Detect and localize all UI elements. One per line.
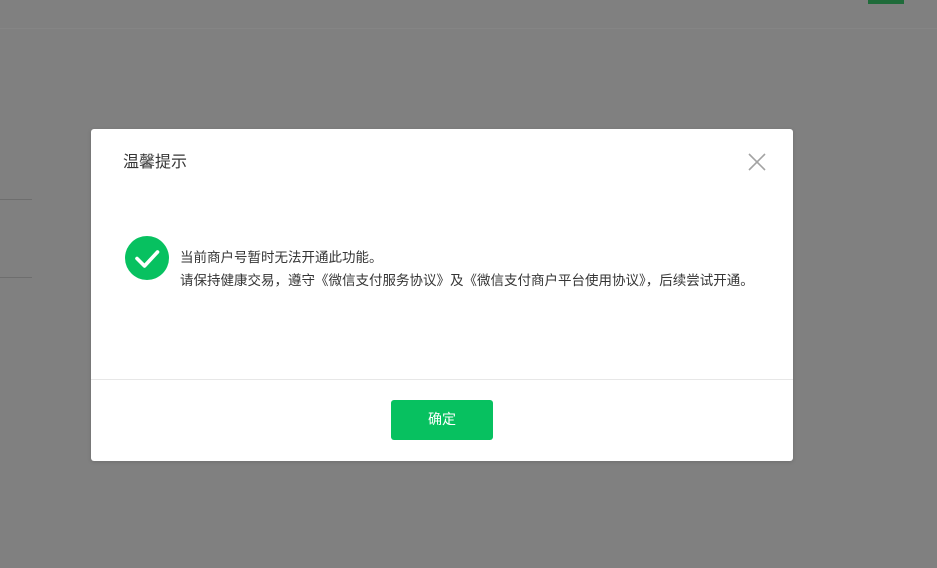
dialog-message: 当前商户号暂时无法开通此功能。 请保持健康交易，遵守《微信支付服务协议》及《微信… xyxy=(180,247,765,293)
close-icon xyxy=(748,153,766,171)
background-divider xyxy=(0,199,32,200)
success-check-icon xyxy=(125,236,169,280)
message-line: 请保持健康交易，遵守《微信支付服务协议》及《微信支付商户平台使用协议》，后续尝试… xyxy=(180,273,754,289)
background-header-divider xyxy=(0,28,937,29)
background-divider xyxy=(0,277,32,278)
dialog-footer-divider xyxy=(91,379,793,380)
confirm-button[interactable]: 确定 xyxy=(391,400,493,440)
dialog-title: 温馨提示 xyxy=(123,152,188,171)
close-button[interactable] xyxy=(746,151,768,173)
background-active-tab-underline xyxy=(868,0,904,4)
message-line: 当前商户号暂时无法开通此功能。 xyxy=(180,250,383,266)
tip-dialog: 温馨提示 当前商户号暂时无法开通此功能。 请保持健康交易，遵守《微信支付服务协议… xyxy=(91,129,793,461)
